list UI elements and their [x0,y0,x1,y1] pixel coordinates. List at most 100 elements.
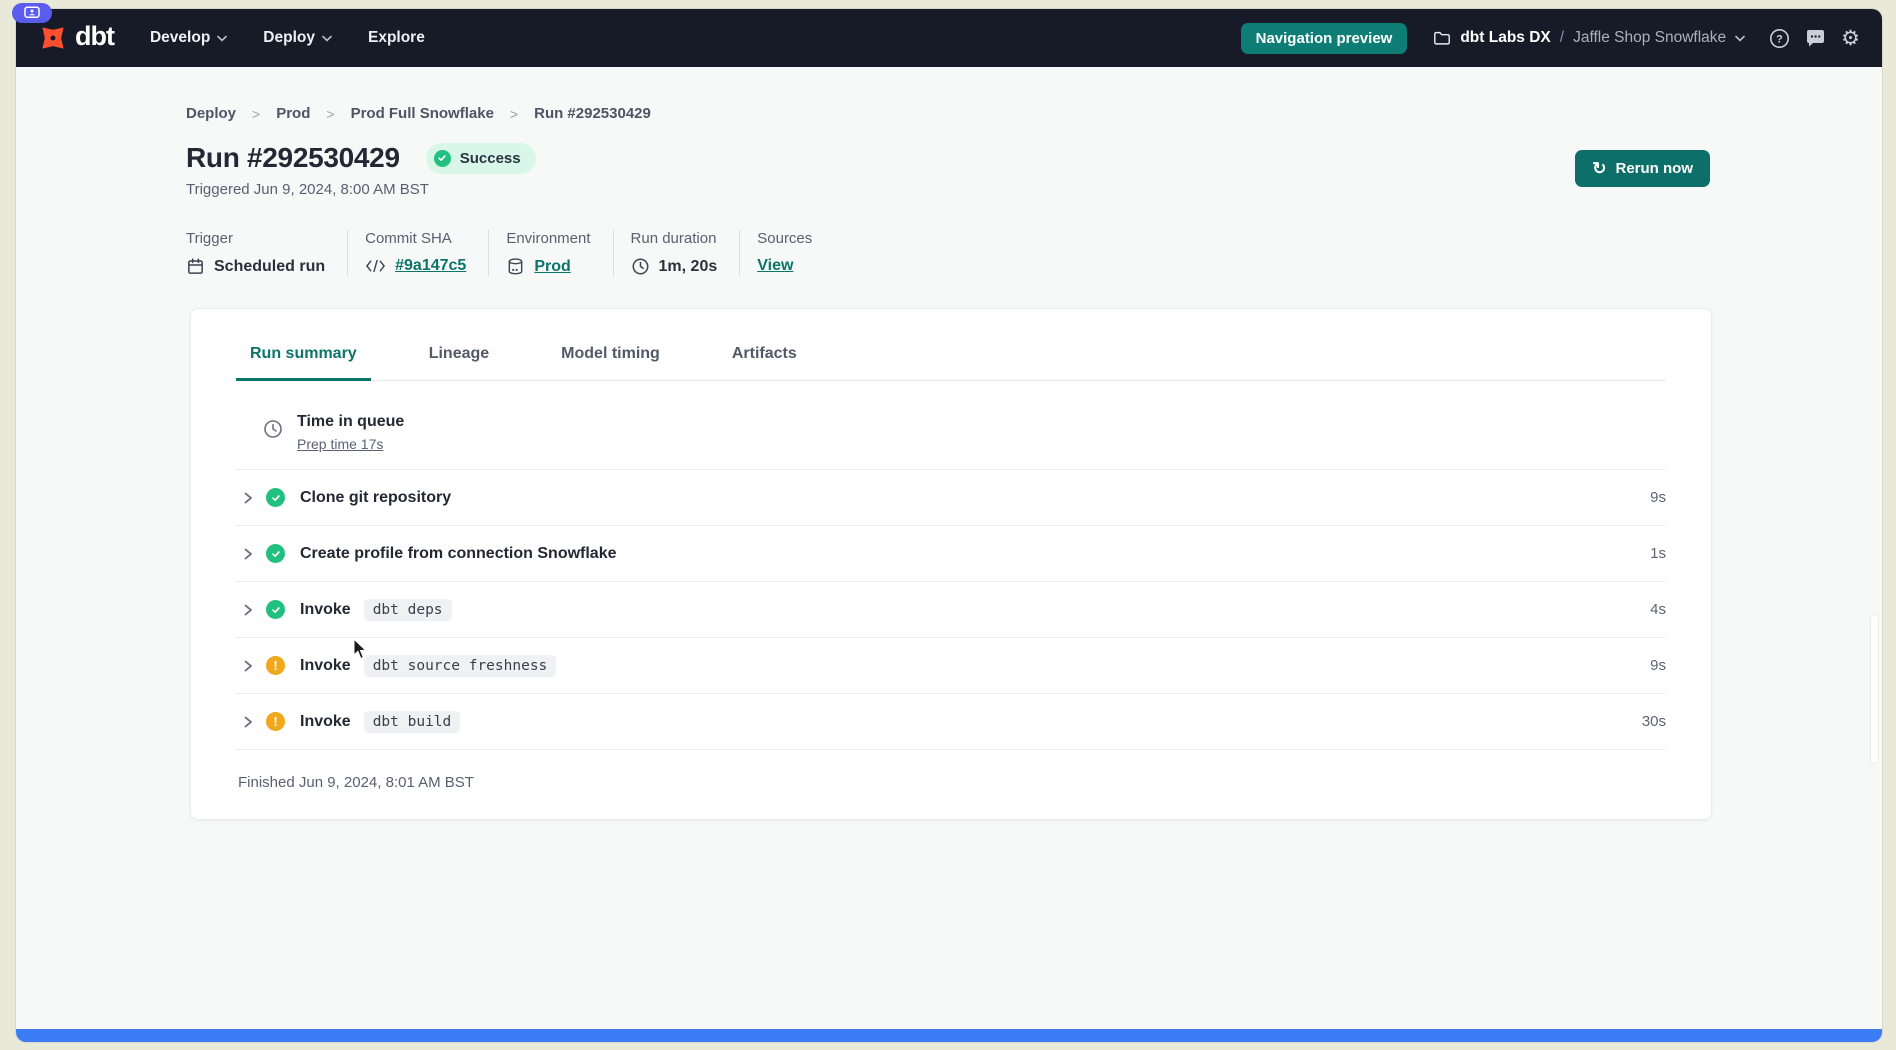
dbt-logo-text: dbt [75,23,114,54]
meta-value[interactable]: Prod [534,258,570,276]
top-navbar: dbt Develop Deploy Explore Navigation pr… [16,9,1882,67]
meta-label: Sources [757,230,812,247]
run-step-row[interactable]: Invoke dbt deps 4s [236,582,1666,638]
nav-menu-label: Deploy [263,29,315,47]
prep-time-link[interactable]: Prep time 17s [297,436,383,452]
chevron-down-icon [217,35,227,42]
run-step-row[interactable]: ! Invoke dbt build 30s [236,694,1666,750]
step-status-icon [266,488,285,507]
meta-value[interactable]: View [757,257,793,275]
settings-gear-icon[interactable]: ⚙ [1841,28,1860,49]
success-check-icon [434,150,451,167]
navigation-preview-button[interactable]: Navigation preview [1241,23,1408,54]
queue-title: Time in queue [297,413,404,431]
step-status-icon: ! [266,712,285,731]
step-status-icon [266,600,285,619]
nav-menu-item[interactable]: Develop [150,29,227,47]
rerun-button-label: Rerun now [1616,160,1694,177]
code-icon [365,259,386,273]
chevron-right-icon[interactable] [242,603,254,617]
step-duration: 9s [1650,489,1666,506]
rerun-icon: ↻ [1592,160,1606,177]
breadcrumb-item[interactable]: Prod [276,105,310,122]
scrollbar-thumb[interactable] [1871,615,1878,763]
tab-model-timing[interactable]: Model timing [547,345,674,381]
run-meta-strip: Trigger Scheduled run Commit SHA #9a147c… [186,230,1710,276]
feedback-chat-icon[interactable] [1805,28,1826,48]
help-icon[interactable]: ? [1769,28,1790,49]
account-name: dbt Labs DX [1460,29,1550,47]
step-label: Create profile from connection Snowflake [300,545,617,563]
meta-label: Environment [506,230,590,247]
meta-label: Trigger [186,230,325,247]
session-badge[interactable] [12,3,52,23]
tab-artifacts[interactable]: Artifacts [718,345,811,381]
step-duration: 9s [1650,657,1666,674]
page-content: Deploy > Prod > Prod Full Snowflake > Run #292… [16,67,1882,1029]
tab-bar: Run summary Lineage Model timing Artifacts [236,345,1666,381]
dbt-logo-icon [38,23,68,53]
step-label: Invoke [300,657,351,675]
tab-run-summary[interactable]: Run summary [236,345,371,381]
nav-menu-label: Develop [150,29,210,47]
nav-menu-item[interactable]: Explore [368,29,425,47]
step-status-icon [266,544,285,563]
meta-label: Run duration [631,230,718,247]
step-status-icon: ! [266,656,285,675]
rerun-now-button[interactable]: ↻ Rerun now [1575,150,1710,187]
run-step-row[interactable]: Clone git repository 9s [236,470,1666,526]
breadcrumb-item[interactable]: Deploy [186,105,236,122]
chevron-right-icon[interactable] [242,547,254,561]
meta-value[interactable]: #9a147c5 [395,257,466,275]
database-icon [506,257,525,276]
meta-column: Run duration 1m, 20s [631,230,741,276]
status-badge-label: Success [460,150,521,167]
breadcrumb-item[interactable]: Run #292530429 [534,105,651,122]
nav-menu-item[interactable]: Deploy [263,29,332,47]
run-step-row[interactable]: ! Invoke dbt source freshness 9s [236,638,1666,694]
chevron-down-icon [322,35,332,42]
step-label: Invoke [300,601,351,619]
calendar-icon [186,257,205,276]
breadcrumb-item[interactable]: Prod Full Snowflake [351,105,494,122]
step-command-code: dbt source freshness [364,655,557,677]
clock-icon [631,257,650,276]
meta-column: Trigger Scheduled run [186,230,348,276]
nav-menu-label: Explore [368,29,425,47]
step-label: Clone git repository [300,489,451,507]
meta-value: 1m, 20s [659,258,718,276]
chevron-right-icon[interactable] [242,491,254,505]
run-step-row[interactable]: Create profile from connection Snowflake… [236,526,1666,582]
step-command-code: dbt build [364,711,461,733]
nav-menus: Develop Deploy Explore [150,29,425,47]
project-name: Jaffle Shop Snowflake [1573,29,1726,47]
step-command-code: dbt deps [364,599,452,621]
breadcrumb-separator: > [252,106,260,122]
meta-column: Environment Prod [506,230,613,276]
meta-value: Scheduled run [214,258,325,276]
navbar-right: Navigation preview dbt Labs DX / Jaffle … [1241,23,1860,54]
meta-column: Commit SHA #9a147c5 [365,230,489,276]
step-label: Invoke [300,713,351,731]
svg-text:?: ? [1776,33,1783,45]
status-badge: Success [426,143,536,174]
navbar-icons: ? ⚙ [1769,28,1860,49]
screen-share-icon [24,6,40,20]
finished-timestamp: Finished Jun 9, 2024, 8:01 AM BST [236,750,1666,819]
title-row: Run #292530429 Success ↻ Rerun now [186,142,1710,174]
account-project-selector[interactable]: dbt Labs DX / Jaffle Shop Snowflake [1433,29,1745,47]
chevron-right-icon[interactable] [242,659,254,673]
time-in-queue-section: Time in queue Prep time 17s [236,381,1666,470]
tab-lineage[interactable]: Lineage [415,345,503,381]
run-detail-card: Run summaryLineageModel timingArtifacts … [190,308,1712,820]
triggered-timestamp: Triggered Jun 9, 2024, 8:00 AM BST [186,181,1710,198]
run-steps-list: Clone git repository 9s Create profile f… [236,470,1666,750]
dbt-logo[interactable]: dbt [38,23,114,54]
breadcrumb-separator: > [510,106,518,122]
meta-column: Sources View [757,230,834,276]
app-window: dbt Develop Deploy Explore Navigation pr… [16,9,1882,1042]
step-duration: 30s [1642,713,1666,730]
chevron-right-icon[interactable] [242,715,254,729]
breadcrumb-separator: > [326,106,334,122]
meta-label: Commit SHA [365,230,466,247]
